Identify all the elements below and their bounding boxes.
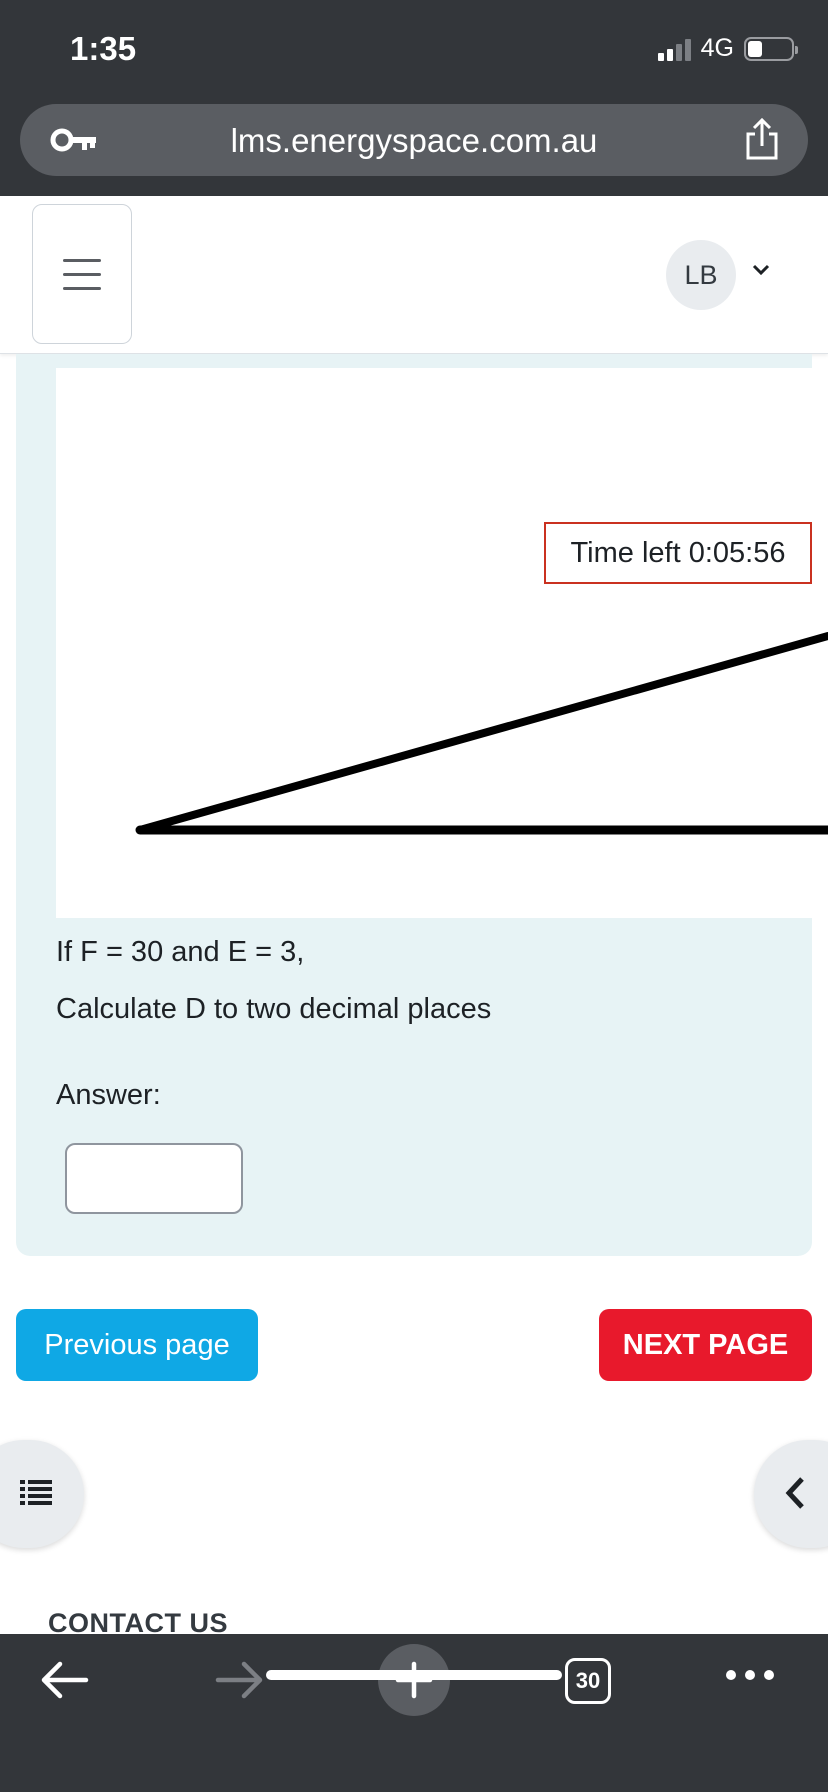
status-indicators: 4G bbox=[657, 34, 798, 63]
status-bar: 1:35 4G bbox=[0, 0, 828, 98]
question-text-line-2: Calculate D to two decimal places bbox=[56, 993, 492, 1025]
status-time: 1:35 bbox=[70, 30, 137, 67]
new-tab-button[interactable] bbox=[378, 1644, 450, 1716]
answer-input[interactable] bbox=[65, 1143, 243, 1214]
previous-page-button[interactable]: Previous page bbox=[16, 1309, 258, 1381]
question-diagram bbox=[56, 368, 828, 918]
signal-icon bbox=[657, 37, 691, 61]
block-drawer-toggle[interactable] bbox=[754, 1440, 828, 1548]
user-avatar[interactable]: LB bbox=[666, 240, 736, 310]
site-header: LB bbox=[0, 196, 828, 354]
diagram-hypotenuse-line bbox=[136, 632, 828, 834]
share-icon[interactable] bbox=[742, 118, 782, 162]
question-text-line-1: If F = 30 and E = 3, bbox=[56, 936, 305, 968]
course-index-toggle[interactable] bbox=[0, 1440, 84, 1548]
home-indicator bbox=[266, 1670, 562, 1680]
browser-address-area: lms.energyspace.com.au bbox=[0, 98, 828, 196]
address-bar[interactable]: lms.energyspace.com.au bbox=[20, 104, 808, 176]
chevron-down-icon[interactable] bbox=[752, 264, 770, 276]
browser-toolbar: 30 bbox=[0, 1634, 828, 1792]
tabs-button[interactable]: 30 bbox=[565, 1658, 611, 1704]
more-icon[interactable] bbox=[726, 1668, 774, 1682]
plus-icon bbox=[395, 1661, 433, 1699]
answer-label: Answer: bbox=[56, 1079, 161, 1111]
quiz-timer: Time left 0:05:56 bbox=[544, 522, 812, 584]
hamburger-icon bbox=[63, 258, 101, 262]
forward-arrow-icon[interactable] bbox=[214, 1658, 266, 1702]
list-icon bbox=[20, 1480, 52, 1505]
network-label: 4G bbox=[700, 34, 734, 62]
back-arrow-icon[interactable] bbox=[38, 1658, 90, 1702]
url-text[interactable]: lms.energyspace.com.au bbox=[20, 122, 808, 160]
chevron-left-icon bbox=[785, 1477, 804, 1509]
battery-icon bbox=[744, 36, 798, 61]
next-page-button[interactable]: NEXT PAGE bbox=[599, 1309, 812, 1381]
menu-button[interactable] bbox=[32, 204, 132, 344]
